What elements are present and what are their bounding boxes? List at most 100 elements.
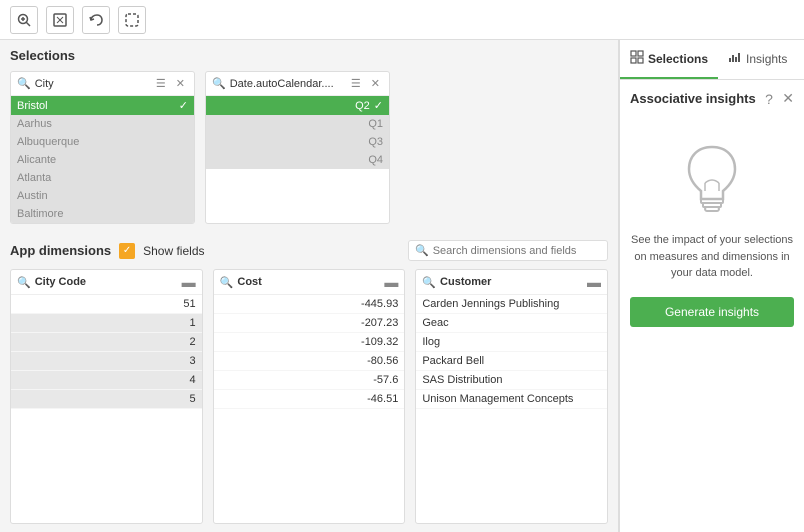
list-item[interactable]: -46.51 xyxy=(214,390,405,409)
list-item[interactable]: Q2 ✓ xyxy=(206,96,389,115)
generate-insights-button[interactable]: Generate insights xyxy=(630,297,794,327)
list-item[interactable]: Alicante xyxy=(11,151,194,169)
show-fields-label: Show fields xyxy=(143,244,204,258)
date-item-label: Q1 xyxy=(368,118,383,130)
zoom-fit-button[interactable] xyxy=(46,6,74,34)
date-close-icon[interactable]: ✕ xyxy=(368,76,383,91)
tab-insights[interactable]: Insights xyxy=(718,40,797,79)
list-item[interactable]: Atlanta xyxy=(11,169,194,187)
city-code-list: 51 1 2 3 4 5 xyxy=(11,295,202,523)
city-card-header: 🔍 City ☰ ✕ xyxy=(11,72,194,96)
city-item-label: Aarhus xyxy=(17,118,52,130)
list-item[interactable]: 2 xyxy=(11,333,202,352)
date-list-icon[interactable]: ☰ xyxy=(348,76,364,91)
insights-tab-label: Insights xyxy=(746,52,787,66)
date-search-icon: 🔍 xyxy=(212,77,226,90)
date-item-label: Q3 xyxy=(368,136,383,148)
cost-menu-icon[interactable]: ▬ xyxy=(384,274,398,290)
app-dimensions-title: App dimensions xyxy=(10,243,111,258)
list-item[interactable]: Unison Management Concepts xyxy=(416,390,607,409)
date-item-label: Q2 xyxy=(355,100,370,112)
right-panel: Selections Insights Associative insights… xyxy=(619,40,804,532)
list-item[interactable]: 1 xyxy=(11,314,202,333)
city-code-search-icon: 🔍 xyxy=(17,276,31,289)
insights-tab-icon xyxy=(728,50,742,67)
date-list: Q2 ✓ Q1 Q3 Q4 xyxy=(206,96,389,169)
city-search-icon: 🔍 xyxy=(17,77,31,90)
list-item[interactable]: -80.56 xyxy=(214,352,405,371)
checkmark-icon: ✓ xyxy=(374,99,383,112)
date-card-header: 🔍 Date.autoCalendar.... ☰ ✕ xyxy=(206,72,389,96)
city-code-card: 🔍 City Code ▬ 51 1 2 3 4 5 xyxy=(10,269,203,524)
city-item-label: Bristol xyxy=(17,100,48,112)
list-item[interactable]: Albuquerque xyxy=(11,133,194,151)
city-code-menu-icon[interactable]: ▬ xyxy=(182,274,196,290)
tab-selections[interactable]: Selections xyxy=(620,40,718,79)
search-dimensions-input[interactable] xyxy=(433,245,601,257)
city-item-label: Atlanta xyxy=(17,172,51,184)
customer-menu-icon[interactable]: ▬ xyxy=(587,274,601,290)
left-panel: Selections 🔍 City ☰ ✕ Bristol ✓ xyxy=(0,40,619,532)
customer-list: Carden Jennings Publishing Geac Ilog Pac… xyxy=(416,295,607,523)
close-icon[interactable]: ✕ xyxy=(782,90,794,107)
list-item[interactable]: -207.23 xyxy=(214,314,405,333)
list-item[interactable]: Q4 xyxy=(206,151,389,169)
cost-search-icon: 🔍 xyxy=(220,276,234,289)
list-item[interactable]: Geac xyxy=(416,314,607,333)
list-item[interactable]: Q1 xyxy=(206,115,389,133)
city-item-label: Albuquerque xyxy=(17,136,79,148)
insights-header: Associative insights ? ✕ xyxy=(630,90,794,107)
list-item[interactable]: Carden Jennings Publishing xyxy=(416,295,607,314)
list-item[interactable]: SAS Distribution xyxy=(416,371,607,390)
zoom-in-button[interactable] xyxy=(10,6,38,34)
selections-tab-label: Selections xyxy=(648,52,708,66)
city-item-label: Alicante xyxy=(17,154,56,166)
lightbulb-icon xyxy=(677,137,747,217)
city-code-header: 🔍 City Code ▬ xyxy=(11,270,202,295)
list-item[interactable]: -445.93 xyxy=(214,295,405,314)
list-item[interactable]: Ilog xyxy=(416,333,607,352)
list-item[interactable]: Austin xyxy=(11,187,194,205)
show-fields-checkbox[interactable]: ✓ xyxy=(119,243,135,259)
customer-search-icon: 🔍 xyxy=(422,276,436,289)
list-item[interactable]: Bristol ✓ xyxy=(11,96,194,115)
help-icon[interactable]: ? xyxy=(765,91,773,107)
insights-description: See the impact of your selections on mea… xyxy=(630,232,794,282)
city-code-title: City Code xyxy=(35,276,178,288)
app-dimensions-header: App dimensions ✓ Show fields 🔍 xyxy=(10,240,608,261)
city-list-icon[interactable]: ☰ xyxy=(153,76,169,91)
selections-section: Selections 🔍 City ☰ ✕ Bristol ✓ xyxy=(0,40,618,232)
list-item[interactable]: 4 xyxy=(11,371,202,390)
date-selection-card: 🔍 Date.autoCalendar.... ☰ ✕ Q2 ✓ Q1 xyxy=(205,71,390,224)
date-item-label: Q4 xyxy=(368,154,383,166)
app-dimensions-section: App dimensions ✓ Show fields 🔍 🔍 City Co… xyxy=(0,232,618,532)
list-item[interactable]: 3 xyxy=(11,352,202,371)
city-item-label: Austin xyxy=(17,190,48,202)
search-dimensions-container: 🔍 xyxy=(408,240,608,261)
city-selection-card: 🔍 City ☰ ✕ Bristol ✓ Aarhus xyxy=(10,71,195,224)
undo-button[interactable] xyxy=(82,6,110,34)
list-item[interactable]: 5 xyxy=(11,390,202,409)
dimension-cards: 🔍 City Code ▬ 51 1 2 3 4 5 xyxy=(10,269,608,524)
list-item[interactable]: Packard Bell xyxy=(416,352,607,371)
list-item[interactable]: Q3 xyxy=(206,133,389,151)
cost-header: 🔍 Cost ▬ xyxy=(214,270,405,295)
cost-title: Cost xyxy=(237,276,380,288)
list-item[interactable]: -57.6 xyxy=(214,371,405,390)
main-layout: Selections 🔍 City ☰ ✕ Bristol ✓ xyxy=(0,40,804,532)
selections-cards: 🔍 City ☰ ✕ Bristol ✓ Aarhus xyxy=(10,71,608,224)
list-item[interactable]: 51 xyxy=(11,295,202,314)
insights-title: Associative insights xyxy=(630,91,756,106)
list-item[interactable]: -109.32 xyxy=(214,333,405,352)
city-list: Bristol ✓ Aarhus Albuquerque Alicante xyxy=(11,96,194,223)
list-item[interactable]: Baltimore xyxy=(11,205,194,223)
lasso-button[interactable] xyxy=(118,6,146,34)
city-close-icon[interactable]: ✕ xyxy=(173,76,188,91)
customer-header: 🔍 Customer ▬ xyxy=(416,270,607,295)
date-card-title: Date.autoCalendar.... xyxy=(230,78,344,90)
insights-content: Associative insights ? ✕ xyxy=(620,80,804,532)
city-item-label: Baltimore xyxy=(17,208,63,220)
list-item[interactable]: Aarhus xyxy=(11,115,194,133)
checkmark-icon: ✓ xyxy=(179,99,188,112)
search-dimensions-icon: 🔍 xyxy=(415,244,429,257)
